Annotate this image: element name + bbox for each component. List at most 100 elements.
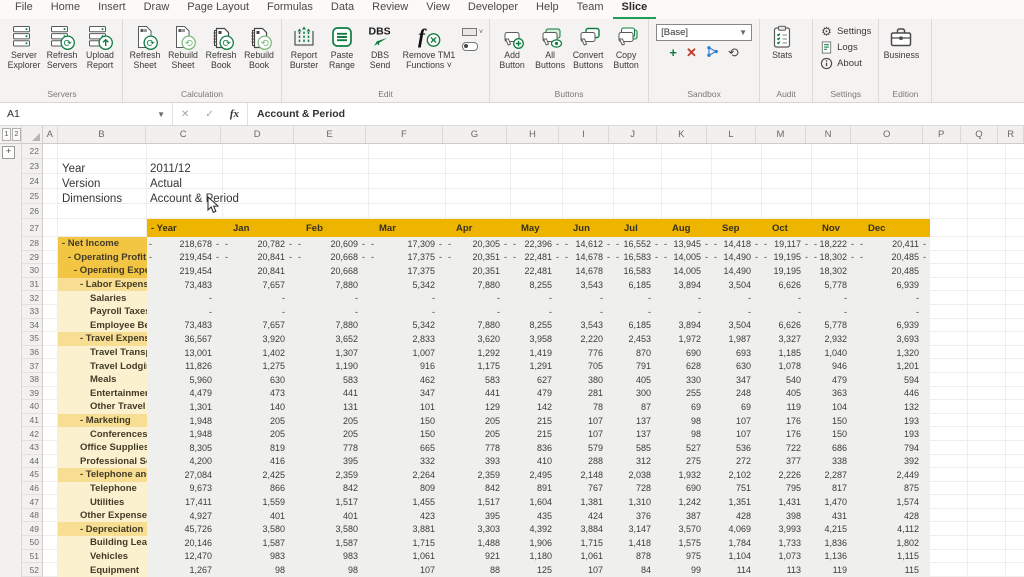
value-cell[interactable]: 776 <box>563 346 614 360</box>
value-cell[interactable]: -20,351- <box>446 251 511 265</box>
create-sandbox-icon[interactable]: + <box>669 46 677 59</box>
logs-button[interactable]: Logs <box>816 40 875 55</box>
value-cell[interactable]: 891 <box>511 482 563 496</box>
value-cell[interactable]: 2,038 <box>614 468 662 482</box>
value-cell[interactable]: 7,880 <box>446 319 511 333</box>
value-cell[interactable]: 1,972 <box>662 332 712 346</box>
value-cell[interactable]: 1,715 <box>369 536 446 550</box>
value-cell[interactable]: 300 <box>614 387 662 401</box>
value-cell[interactable]: 2,453 <box>614 332 662 346</box>
value-cell[interactable]: 819 <box>223 441 296 455</box>
value-cell[interactable]: 921 <box>446 550 511 564</box>
value-cell[interactable]: 36,567 <box>147 332 223 346</box>
value-cell[interactable]: 3,543 <box>563 278 614 292</box>
row-label-office-supplies[interactable]: Office Supplies <box>58 441 147 455</box>
month-header-nov[interactable]: Nov <box>812 219 858 237</box>
row-header-47[interactable]: 47 <box>22 495 43 509</box>
value-cell[interactable]: 3,580 <box>296 522 369 536</box>
row-header-29[interactable]: 29 <box>22 251 43 265</box>
value-cell[interactable]: 7,880 <box>296 278 369 292</box>
value-cell[interactable]: 878 <box>614 550 662 564</box>
value-cell[interactable]: 3,543 <box>563 319 614 333</box>
value-cell[interactable]: 401 <box>223 509 296 523</box>
stats-button[interactable]: Stats <box>763 21 801 60</box>
value-cell[interactable]: 281 <box>563 387 614 401</box>
value-cell[interactable]: 4,069 <box>712 522 762 536</box>
value-cell[interactable]: 2,359 <box>446 468 511 482</box>
menu-tab-slice[interactable]: Slice <box>613 0 657 19</box>
add-button-button[interactable]: AddButton <box>493 21 531 70</box>
value-cell[interactable]: 107 <box>712 427 762 441</box>
menu-tab-home[interactable]: Home <box>42 0 89 19</box>
value-cell[interactable]: 20,351 <box>446 264 511 278</box>
merge-sandbox-icon[interactable] <box>706 45 719 60</box>
value-cell[interactable]: 1,267 <box>147 563 223 577</box>
value-cell[interactable]: 376 <box>614 509 662 523</box>
value-cell[interactable]: 836 <box>511 441 563 455</box>
row-header-33[interactable]: 33 <box>22 305 43 319</box>
value-cell[interactable]: 99 <box>662 563 712 577</box>
value-cell[interactable]: 1,291 <box>511 359 563 373</box>
value-cell[interactable]: 916 <box>369 359 446 373</box>
value-cell[interactable]: - <box>712 305 762 319</box>
value-cell[interactable]: 2,287 <box>812 468 858 482</box>
value-cell[interactable]: 73,483 <box>147 278 223 292</box>
business-button[interactable]: Business <box>882 21 920 60</box>
value-cell[interactable]: -13,945- <box>662 237 712 251</box>
value-cell[interactable]: 809 <box>369 482 446 496</box>
value-cell[interactable]: 17,375 <box>369 264 446 278</box>
value-cell[interactable]: -22,481- <box>511 251 563 265</box>
value-cell[interactable]: 1,470 <box>812 495 858 509</box>
value-cell[interactable]: 2,932 <box>812 332 858 346</box>
outline-expand-button[interactable]: + <box>2 146 15 159</box>
formula-input[interactable]: Account & Period <box>248 103 1024 125</box>
value-cell[interactable]: 630 <box>712 359 762 373</box>
value-cell[interactable]: 1,301 <box>147 400 223 414</box>
report-burster-button[interactable]: ReportBurster <box>285 21 323 70</box>
value-cell[interactable]: -14,490- <box>712 251 762 265</box>
value-cell[interactable]: - <box>762 291 812 305</box>
value-cell[interactable]: 791 <box>614 359 662 373</box>
value-cell[interactable]: - <box>446 291 511 305</box>
value-cell[interactable]: - <box>563 291 614 305</box>
value-cell[interactable]: 11,826 <box>147 359 223 373</box>
row-label-salaries[interactable]: Salaries <box>58 291 147 305</box>
value-cell[interactable]: 3,894 <box>662 278 712 292</box>
month-header-apr[interactable]: Apr <box>446 219 511 237</box>
value-cell[interactable]: 1,180 <box>511 550 563 564</box>
value-cell[interactable]: 441 <box>446 387 511 401</box>
value-cell[interactable]: 3,504 <box>712 319 762 333</box>
row-label-professional-ser[interactable]: Professional Ser <box>58 455 147 469</box>
convert-buttons-button[interactable]: ConvertButtons <box>569 21 607 70</box>
column-header-a[interactable]: A <box>43 126 58 143</box>
insert-function-icon[interactable]: fx <box>230 108 239 120</box>
upload-report-button[interactable]: UploadReport <box>81 21 119 70</box>
border-style-control[interactable]: ˅ <box>462 28 483 36</box>
value-cell[interactable]: 3,958 <box>511 332 563 346</box>
column-header-i[interactable]: I <box>559 126 610 143</box>
column-header-d[interactable]: D <box>221 126 293 143</box>
value-cell[interactable]: - <box>662 305 712 319</box>
value-cell[interactable]: 4,479 <box>147 387 223 401</box>
value-cell[interactable]: 1,455 <box>369 495 446 509</box>
value-cell[interactable]: 583 <box>296 373 369 387</box>
refresh-servers-button[interactable]: ⟳RefreshServers <box>43 21 81 70</box>
row-header-50[interactable]: 50 <box>22 536 43 550</box>
value-cell[interactable]: 1,836 <box>812 536 858 550</box>
month-header-oct[interactable]: Oct <box>762 219 812 237</box>
value-cell[interactable]: 132 <box>858 400 930 414</box>
value-cell[interactable]: - <box>446 305 511 319</box>
menu-tab-team[interactable]: Team <box>568 0 613 19</box>
value-cell[interactable]: 424 <box>563 509 614 523</box>
menu-tab-page-layout[interactable]: Page Layout <box>178 0 258 19</box>
value-cell[interactable]: 1,073 <box>762 550 812 564</box>
menu-tab-developer[interactable]: Developer <box>459 0 527 19</box>
menu-tab-draw[interactable]: Draw <box>135 0 179 19</box>
value-cell[interactable]: 441 <box>296 387 369 401</box>
rebuild-sheet-button[interactable]: ⟲RebuildSheet <box>164 21 202 70</box>
value-cell[interactable]: -14,612- <box>563 237 614 251</box>
value-cell[interactable]: - <box>858 305 930 319</box>
value-cell[interactable]: 107 <box>563 414 614 428</box>
value-cell[interactable]: 3,652 <box>296 332 369 346</box>
column-header-c[interactable]: C <box>146 126 221 143</box>
